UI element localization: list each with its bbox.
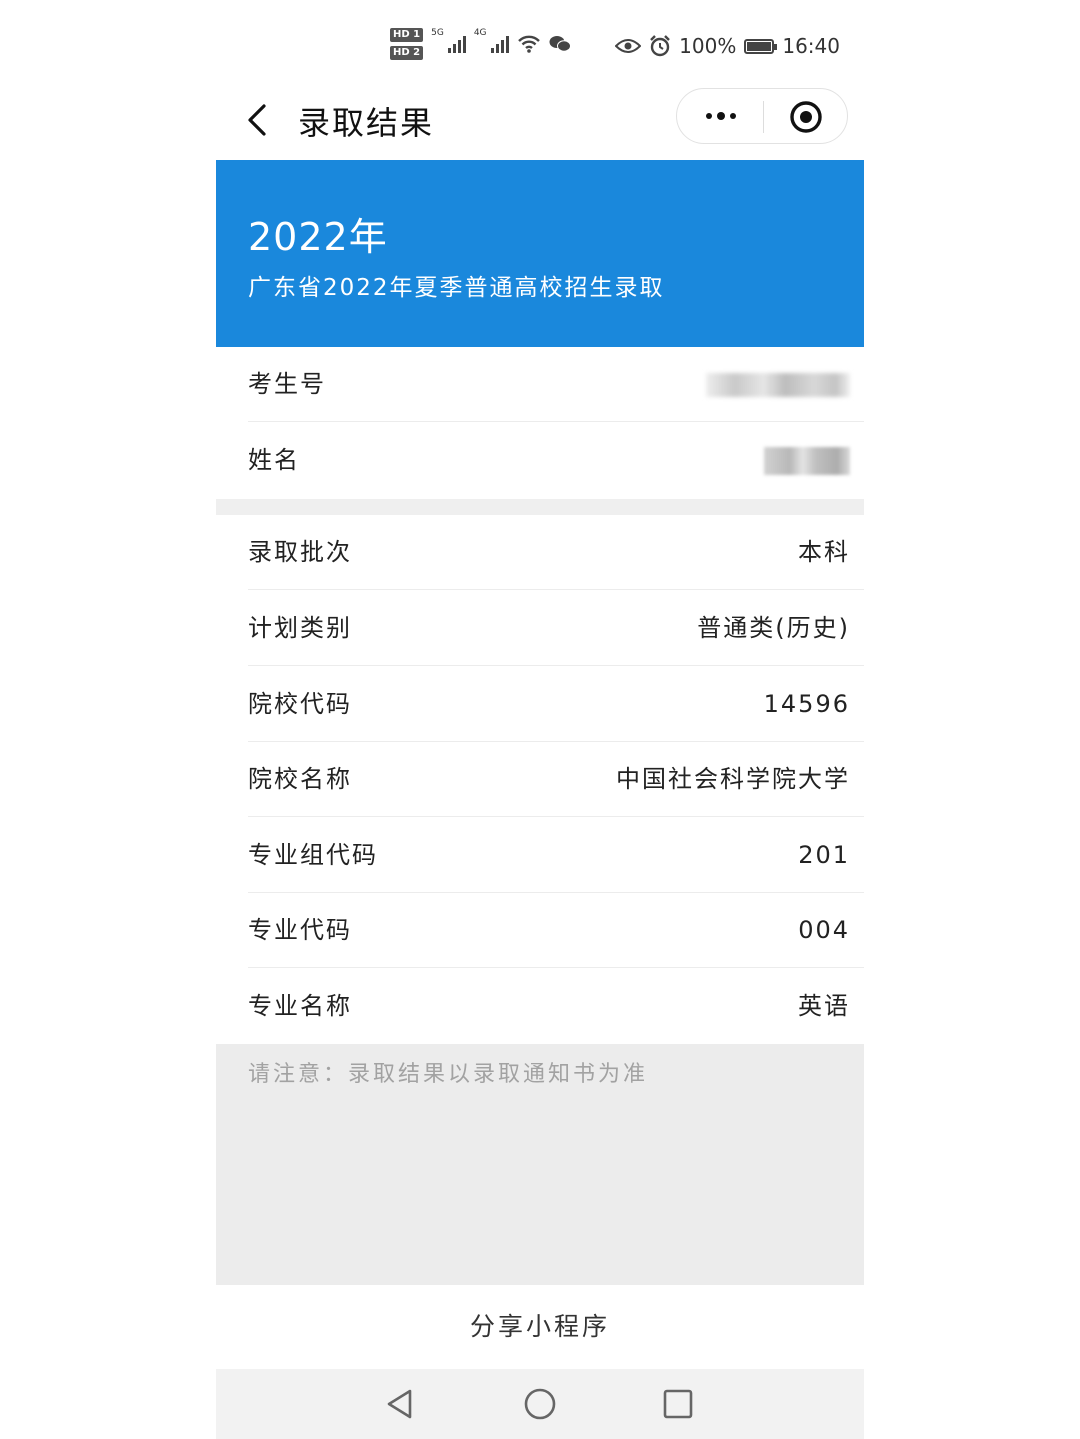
row-value: 英语 (798, 992, 850, 1020)
row-value: 普通类(历史) (697, 614, 850, 642)
section-gap (216, 499, 864, 515)
redacted-value (764, 447, 850, 475)
hd-1-badge: HD 1 (390, 28, 424, 42)
redacted-value (706, 373, 850, 397)
system-nav-bar (216, 1369, 864, 1439)
row-label: 录取批次 (248, 538, 352, 566)
status-left: HD 1 HD 2 5G 4G (390, 28, 571, 60)
eye-icon (615, 39, 642, 53)
row-value: 201 (798, 841, 850, 869)
row-divider (248, 421, 864, 422)
page-title: 录取结果 (298, 104, 435, 142)
banner-subtitle: 广东省2022年夏季普通高校招生录取 (248, 275, 665, 301)
row-label: 专业名称 (248, 992, 352, 1020)
notice-area: 请注意：录取结果以录取通知书为准 (216, 1044, 864, 1285)
row-value: 004 (798, 916, 850, 944)
nav-recent-square-icon[interactable] (660, 1386, 696, 1422)
row-major-code: 专业代码 004 (216, 893, 864, 968)
row-school-name: 院校名称 中国社会科学院大学 (216, 742, 864, 817)
close-miniprogram-icon[interactable] (787, 98, 825, 136)
result-banner: 2022年 广东省2022年夏季普通高校招生录取 (216, 160, 864, 347)
capsule-divider (763, 101, 764, 133)
row-candidate-number: 考生号 (216, 347, 864, 422)
row-value: 本科 (798, 538, 850, 566)
row-label: 院校名称 (248, 765, 352, 793)
row-label: 计划类别 (248, 614, 352, 642)
row-label: 姓名 (248, 446, 300, 474)
miniprogram-capsule (676, 88, 848, 144)
banner-year: 2022年 (248, 215, 388, 259)
alarm-icon (650, 35, 671, 57)
row-divider (248, 967, 864, 968)
row-label: 院校代码 (248, 690, 352, 718)
row-label: 专业组代码 (248, 841, 378, 869)
row-divider (248, 816, 864, 817)
row-value: 中国社会科学院大学 (616, 765, 850, 793)
row-major-name: 专业名称 英语 (216, 969, 864, 1044)
row-divider (248, 665, 864, 666)
network-type-1: 5G (431, 28, 444, 38)
row-plan-category: 计划类别 普通类(历史) (216, 591, 864, 666)
row-major-group-code: 专业组代码 201 (216, 818, 864, 893)
row-label: 考生号 (248, 370, 326, 398)
battery-icon (744, 38, 778, 54)
wifi-icon (517, 35, 540, 53)
clock: 16:40 (782, 34, 840, 58)
hd-indicators: HD 1 HD 2 (390, 28, 424, 60)
network-type-2: 4G (473, 28, 487, 38)
row-admission-batch: 录取批次 本科 (216, 515, 864, 590)
more-options-icon[interactable] (701, 99, 741, 133)
nav-home-circle-icon[interactable] (522, 1386, 558, 1422)
nav-back-triangle-icon[interactable] (382, 1386, 418, 1422)
row-label: 专业代码 (248, 916, 352, 944)
wechat-icon (549, 36, 571, 52)
status-bar: HD 1 HD 2 5G 4G 100% 16:40 (216, 0, 864, 86)
row-value: 14596 (763, 690, 850, 718)
phone-screen: HD 1 HD 2 5G 4G 100% 16:40 录取结果 2022年 广东… (216, 0, 864, 1439)
signal-2-icon (490, 35, 509, 53)
notice-text: 请注意：录取结果以录取通知书为准 (248, 1062, 649, 1087)
battery-percent: 100% (679, 34, 737, 58)
status-right: 100% 16:40 (615, 34, 840, 58)
row-name: 姓名 (216, 423, 864, 498)
nav-bar: 录取结果 (216, 86, 864, 160)
hd-2-badge: HD 2 (390, 46, 424, 60)
row-divider (248, 589, 864, 590)
share-miniprogram-button[interactable]: 分享小程序 (216, 1285, 864, 1369)
back-arrow-icon[interactable] (244, 102, 268, 138)
row-school-code: 院校代码 14596 (216, 667, 864, 742)
signal-1-icon (447, 35, 466, 53)
